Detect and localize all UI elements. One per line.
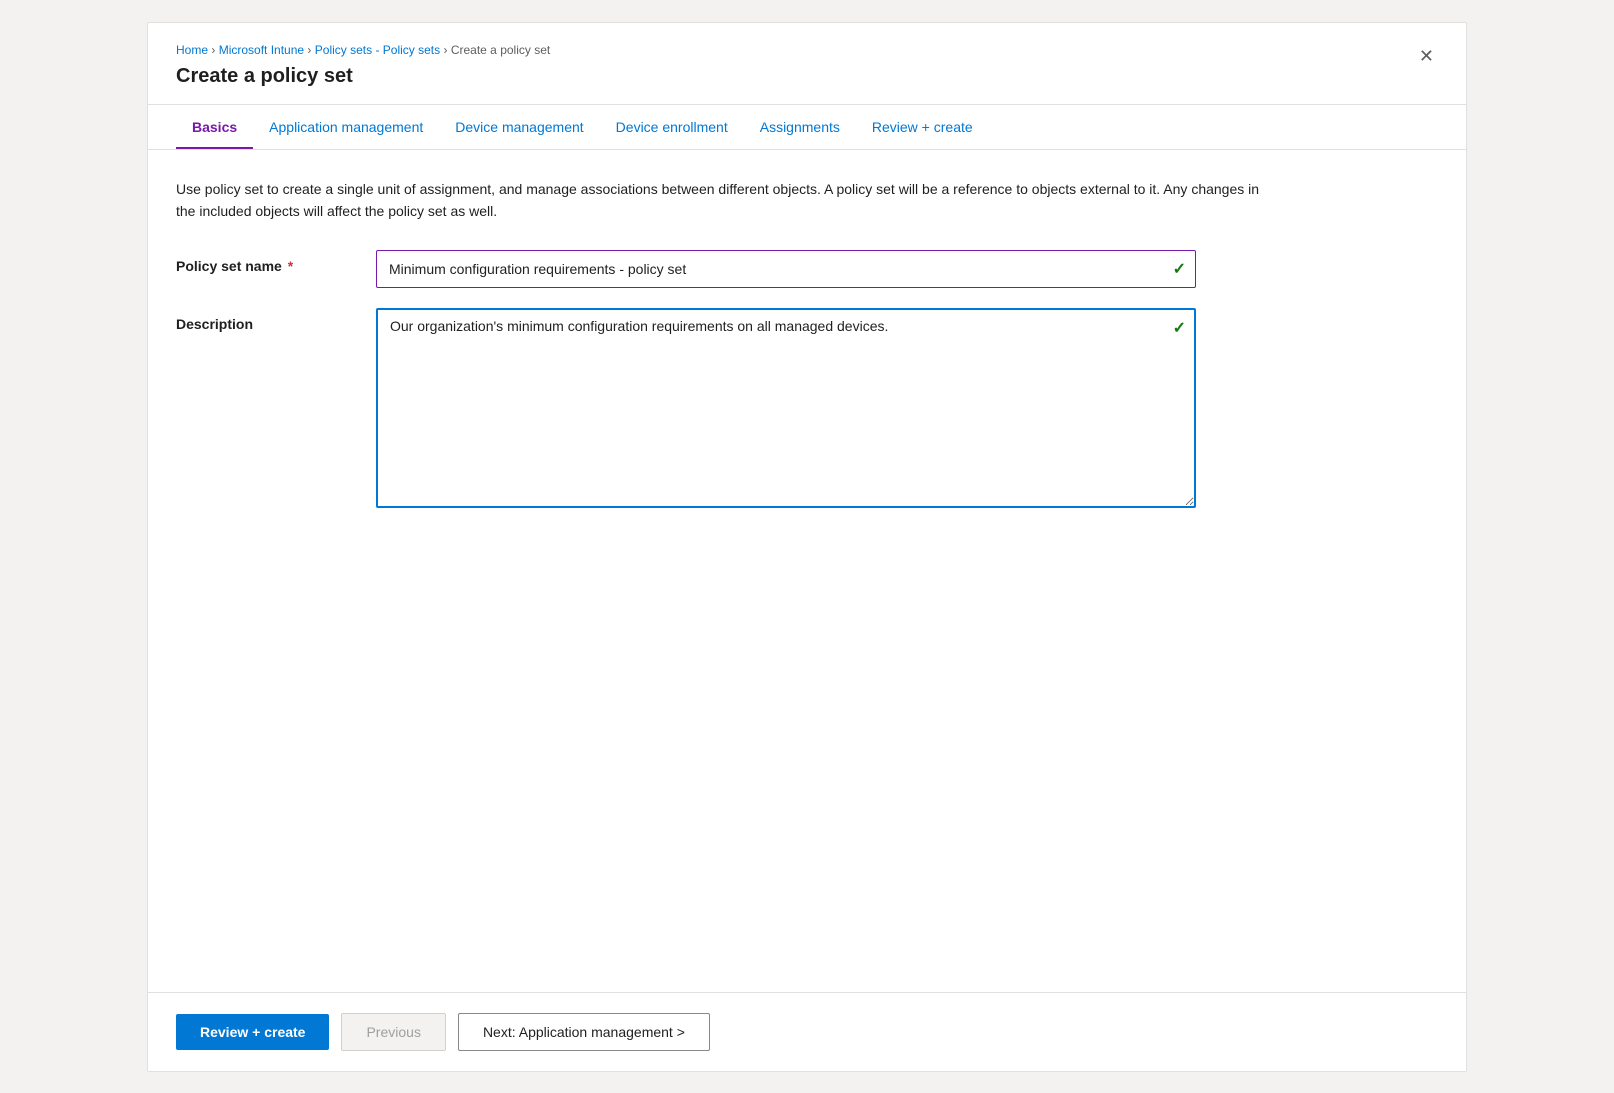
description-wrap: Our organization's minimum configuration… (376, 308, 1196, 511)
policy-set-name-input[interactable] (376, 250, 1196, 288)
description-label: Description (176, 308, 376, 332)
policy-set-name-wrap: ✓ (376, 250, 1196, 288)
description-input[interactable]: Our organization's minimum configuration… (376, 308, 1196, 508)
breadcrumb-intune[interactable]: Microsoft Intune (219, 43, 304, 57)
description-check-icon: ✓ (1173, 318, 1186, 338)
breadcrumb-policy-sets[interactable]: Policy sets - Policy sets (315, 43, 440, 57)
close-button[interactable]: ✕ (1415, 43, 1438, 69)
breadcrumb-home[interactable]: Home (176, 43, 208, 57)
tabs-container: Basics Application management Device man… (148, 105, 1466, 150)
breadcrumb-sep1: › (211, 43, 218, 57)
create-policy-set-panel: Home › Microsoft Intune › Policy sets - … (147, 22, 1467, 1072)
breadcrumb-current: Create a policy set (451, 43, 550, 57)
next-button[interactable]: Next: Application management > (458, 1013, 710, 1051)
panel-content: Use policy set to create a single unit o… (148, 150, 1466, 992)
page-title: Create a policy set (176, 65, 550, 88)
tab-application-management[interactable]: Application management (253, 105, 439, 149)
policy-set-name-group: Policy set name * ✓ (176, 250, 1438, 288)
tab-assignments[interactable]: Assignments (744, 105, 856, 149)
header-left: Home › Microsoft Intune › Policy sets - … (176, 43, 550, 88)
breadcrumb-sep3: › (443, 43, 450, 57)
required-indicator: * (284, 258, 293, 274)
policy-set-name-check-icon: ✓ (1173, 259, 1186, 279)
review-create-button[interactable]: Review + create (176, 1014, 329, 1050)
intro-description: Use policy set to create a single unit o… (176, 178, 1276, 223)
tab-basics[interactable]: Basics (176, 105, 253, 149)
panel-header: Home › Microsoft Intune › Policy sets - … (148, 23, 1466, 105)
tab-device-enrollment[interactable]: Device enrollment (600, 105, 744, 149)
tab-review-create[interactable]: Review + create (856, 105, 989, 149)
breadcrumb: Home › Microsoft Intune › Policy sets - … (176, 43, 550, 57)
panel-footer: Review + create Previous Next: Applicati… (148, 992, 1466, 1071)
breadcrumb-sep2: › (307, 43, 314, 57)
previous-button: Previous (341, 1013, 445, 1051)
tab-device-management[interactable]: Device management (439, 105, 599, 149)
policy-set-name-label: Policy set name * (176, 250, 376, 274)
description-group: Description Our organization's minimum c… (176, 308, 1438, 511)
